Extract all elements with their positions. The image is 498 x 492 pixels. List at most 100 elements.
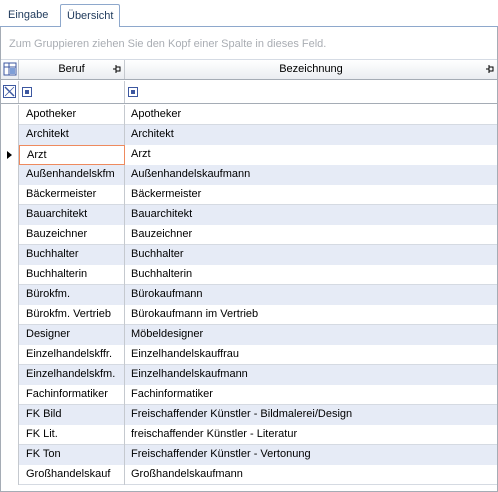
cell-beruf[interactable]: Großhandelskauf: [19, 465, 125, 485]
cell-bezeichnung[interactable]: Großhandelskaufmann: [125, 465, 497, 485]
cell-beruf[interactable]: Designer: [19, 325, 125, 345]
cell-bezeichnung[interactable]: Buchhalter: [125, 245, 497, 265]
table-row[interactable]: Bauarchitekt Bauarchitekt: [1, 205, 497, 225]
row-indicator[interactable]: [1, 425, 19, 445]
cell-beruf[interactable]: Bürokfm. Vertrieb: [19, 305, 125, 325]
table-row[interactable]: Arzt Arzt: [1, 145, 497, 165]
row-indicator[interactable]: [1, 405, 19, 425]
table-row[interactable]: Großhandelskauf Großhandelskaufmann: [1, 465, 497, 485]
cell-bezeichnung[interactable]: Außenhandelskaufmann: [125, 165, 497, 185]
cell-beruf[interactable]: Architekt: [19, 125, 125, 145]
table-row[interactable]: Bürokfm. Bürokaufmann: [1, 285, 497, 305]
cell-beruf[interactable]: Einzelhandelskffr.: [19, 345, 125, 365]
cell-bezeichnung[interactable]: Arzt: [125, 145, 497, 165]
table-row[interactable]: Buchhalterin Buchhalterin: [1, 265, 497, 285]
tab-uebersicht[interactable]: Übersicht: [60, 4, 120, 28]
cell-bezeichnung[interactable]: Fachinformatiker: [125, 385, 497, 405]
filter-operator-icon[interactable]: [128, 87, 138, 97]
cell-bezeichnung[interactable]: Apotheker: [125, 105, 497, 125]
filter-row: [1, 81, 497, 104]
table-row[interactable]: Bäckermeister Bäckermeister: [1, 185, 497, 205]
row-indicator[interactable]: [1, 445, 19, 465]
table-row[interactable]: Bauzeichner Bauzeichner: [1, 225, 497, 245]
cell-beruf[interactable]: Fachinformatiker: [19, 385, 125, 405]
cell-bezeichnung[interactable]: Bauarchitekt: [125, 205, 497, 225]
cell-beruf[interactable]: Buchhalter: [19, 245, 125, 265]
table-row[interactable]: Fachinformatiker Fachinformatiker: [1, 385, 497, 405]
table-row[interactable]: FK Bild Freischaffender Künstler - Bildma…: [1, 405, 497, 425]
cell-beruf[interactable]: Außenhandelskfm: [19, 165, 125, 185]
data-grid: Zum Gruppieren ziehen Sie den Kopf einer…: [0, 27, 498, 492]
cell-bezeichnung[interactable]: Freischaffender Künstler - Bildmalerei/D…: [125, 405, 497, 425]
tab-eingabe[interactable]: Eingabe: [2, 6, 58, 27]
row-indicator[interactable]: [1, 385, 19, 405]
row-indicator[interactable]: [1, 265, 19, 285]
table-row[interactable]: FK Ton Freischaffender Künstler - Vertonu…: [1, 445, 497, 465]
row-indicator[interactable]: [1, 345, 19, 365]
pin-icon[interactable]: [113, 65, 121, 73]
table-row[interactable]: Bürokfm. Vertrieb Bürokaufmann im Vertrie…: [1, 305, 497, 325]
row-indicator[interactable]: [1, 185, 19, 205]
cell-bezeichnung[interactable]: Bauzeichner: [125, 225, 497, 245]
column-header-beruf-label: Beruf: [58, 63, 85, 75]
cell-beruf[interactable]: Bauzeichner: [19, 225, 125, 245]
cell-beruf[interactable]: Arzt: [19, 145, 125, 165]
row-indicator[interactable]: [1, 465, 19, 485]
row-indicator[interactable]: [1, 225, 19, 245]
cell-beruf[interactable]: Buchhalterin: [19, 265, 125, 285]
filter-cell-beruf[interactable]: [19, 81, 125, 103]
tab-bar: Eingabe Übersicht: [0, 0, 498, 28]
cell-beruf[interactable]: Bauarchitekt: [19, 205, 125, 225]
row-indicator[interactable]: [1, 365, 19, 385]
row-indicator-arrow-icon: [7, 151, 12, 159]
group-by-hint: Zum Gruppieren ziehen Sie den Kopf einer…: [9, 38, 327, 50]
cell-bezeichnung[interactable]: Bürokaufmann im Vertrieb: [125, 305, 497, 325]
table-row[interactable]: Einzelhandelskffr. Einzelhandelskauffrau: [1, 345, 497, 365]
pin-icon[interactable]: [486, 65, 494, 73]
column-chooser-icon: [3, 62, 17, 76]
cell-bezeichnung[interactable]: Einzelhandelskauffrau: [125, 345, 497, 365]
row-indicator[interactable]: [1, 205, 19, 225]
filter-clear-icon: [3, 85, 16, 98]
cell-bezeichnung[interactable]: Einzelhandelskaufmann: [125, 365, 497, 385]
row-indicator[interactable]: [1, 245, 19, 265]
cell-beruf[interactable]: Apotheker: [19, 105, 125, 125]
cell-beruf[interactable]: FK Ton: [19, 445, 125, 465]
table-row[interactable]: FK Lit. freischaffender Künstler - Litera…: [1, 425, 497, 445]
table-row[interactable]: Buchhalter Buchhalter: [1, 245, 497, 265]
group-by-panel[interactable]: Zum Gruppieren ziehen Sie den Kopf einer…: [1, 27, 497, 60]
cell-beruf[interactable]: FK Lit.: [19, 425, 125, 445]
cell-bezeichnung[interactable]: Möbeldesigner: [125, 325, 497, 345]
filter-cell-bezeichnung[interactable]: [125, 81, 497, 103]
cell-bezeichnung[interactable]: freischaffender Künstler - Literatur: [125, 425, 497, 445]
cell-bezeichnung[interactable]: Bürokaufmann: [125, 285, 497, 305]
table-row[interactable]: Apotheker Apotheker: [1, 105, 497, 125]
column-chooser-button[interactable]: [1, 60, 19, 79]
row-indicator[interactable]: [1, 325, 19, 345]
table-row[interactable]: Architekt Architekt: [1, 125, 497, 145]
row-indicator[interactable]: [1, 145, 19, 165]
cell-beruf[interactable]: Bürokfm.: [19, 285, 125, 305]
row-indicator[interactable]: [1, 125, 19, 145]
cell-bezeichnung[interactable]: Freischaffender Künstler - Vertonung: [125, 445, 497, 465]
column-header-beruf[interactable]: Beruf: [19, 60, 125, 79]
table-row[interactable]: Designer Möbeldesigner: [1, 325, 497, 345]
cell-beruf[interactable]: Einzelhandelskfm.: [19, 365, 125, 385]
filter-operator-icon[interactable]: [22, 87, 32, 97]
cell-bezeichnung[interactable]: Bäckermeister: [125, 185, 497, 205]
row-indicator[interactable]: [1, 105, 19, 125]
table-row[interactable]: Außenhandelskfm Außenhandelskaufmann: [1, 165, 497, 185]
row-indicator[interactable]: [1, 305, 19, 325]
column-header-bezeichnung[interactable]: Bezeichnung: [125, 60, 497, 79]
table-row[interactable]: Einzelhandelskfm. Einzelhandelskaufmann: [1, 365, 497, 385]
column-header-bezeichnung-label: Bezeichnung: [279, 63, 343, 75]
row-indicator[interactable]: [1, 285, 19, 305]
grid-rows: Apotheker Apotheker Architekt Architekt Arzt…: [1, 105, 497, 485]
filter-clear-button[interactable]: [1, 81, 19, 103]
cell-beruf[interactable]: FK Bild: [19, 405, 125, 425]
row-indicator[interactable]: [1, 165, 19, 185]
cell-bezeichnung[interactable]: Buchhalterin: [125, 265, 497, 285]
cell-beruf[interactable]: Bäckermeister: [19, 185, 125, 205]
column-header-row: Beruf Bezeichnung: [1, 60, 497, 80]
cell-bezeichnung[interactable]: Architekt: [125, 125, 497, 145]
